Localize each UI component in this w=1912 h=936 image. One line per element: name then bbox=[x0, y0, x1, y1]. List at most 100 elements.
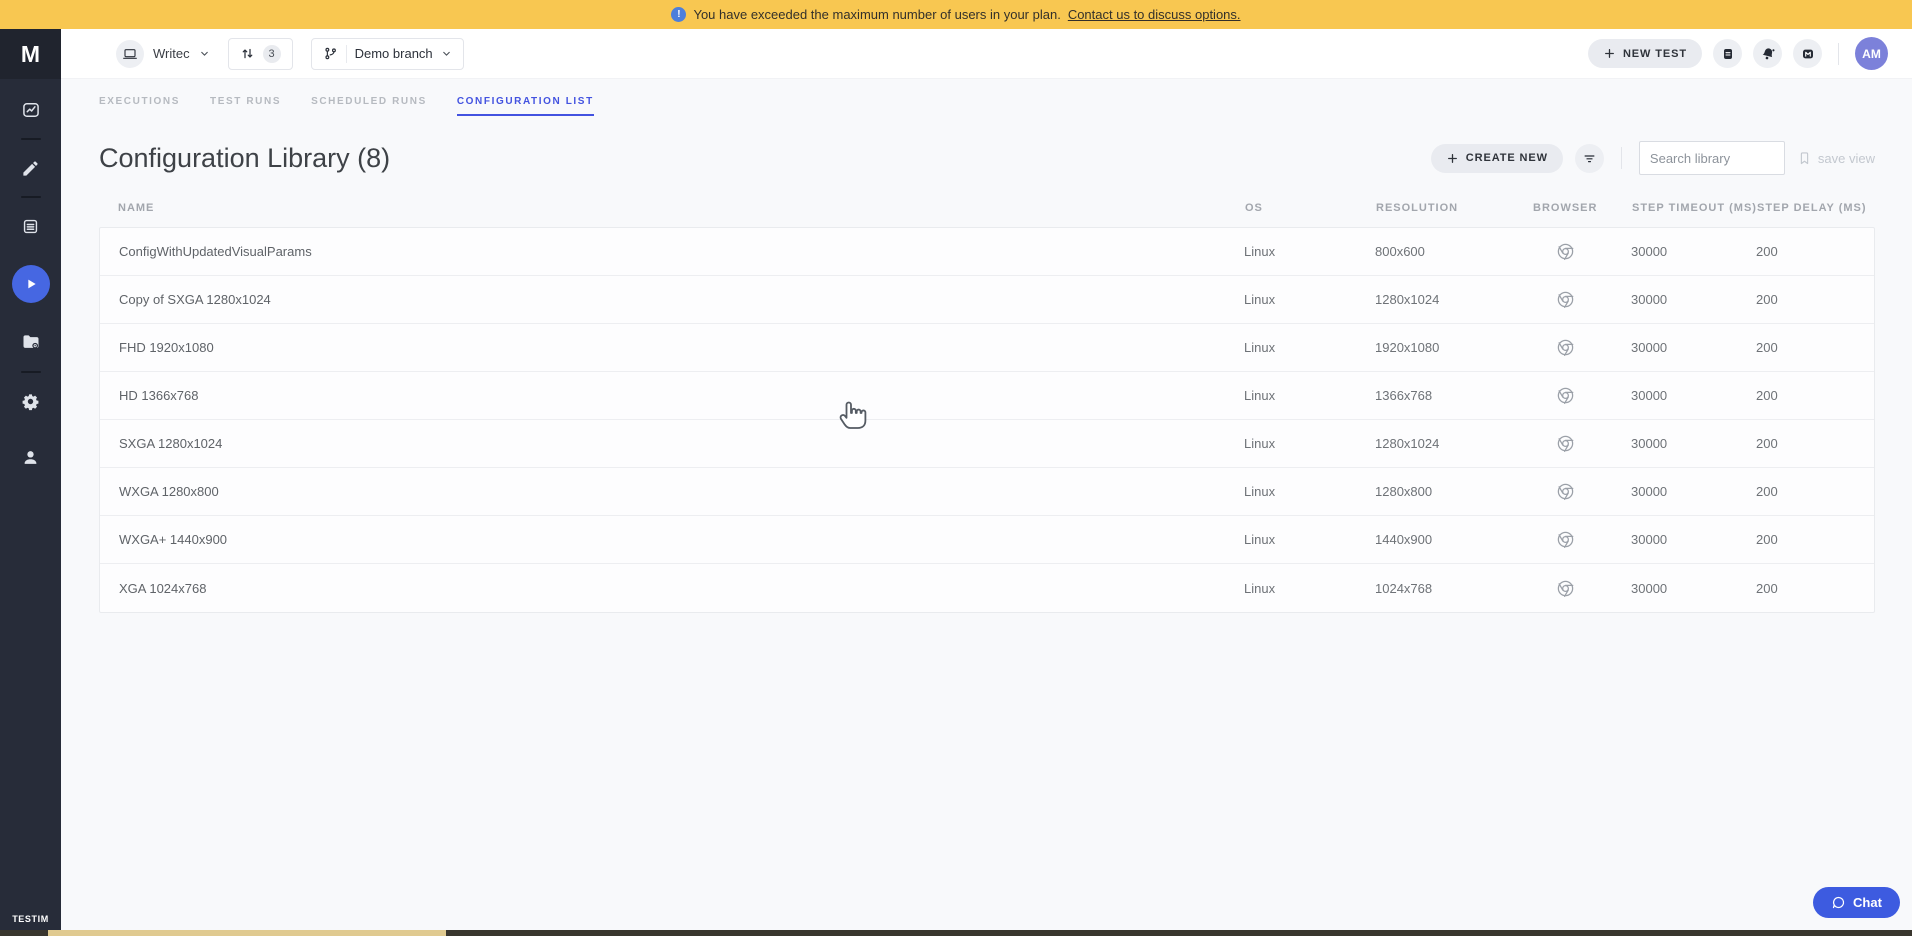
table-row[interactable]: WXGA 1280x800 Linux 1280x800 30000 200 bbox=[100, 468, 1874, 516]
resolution-cell: 1024x768 bbox=[1375, 580, 1433, 596]
section-tabs: EXECUTIONS TEST RUNS SCHEDULED RUNS CONF… bbox=[61, 96, 1912, 116]
config-table-body: ConfigWithUpdatedVisualParams Linux 800x… bbox=[99, 227, 1875, 613]
user-avatar[interactable]: AM bbox=[1855, 37, 1888, 70]
testim-logo[interactable]: M bbox=[0, 29, 61, 79]
chrome-browser-icon bbox=[1557, 291, 1574, 309]
sidebar-divider bbox=[20, 196, 41, 198]
os-cell: Linux bbox=[1244, 484, 1276, 499]
tab-configuration-list[interactable]: CONFIGURATION LIST bbox=[456, 96, 594, 116]
table-header-row: NAME OS RESOLUTION BROWSER STEP TIMEOUT … bbox=[99, 189, 1875, 227]
tab-test-runs[interactable]: TEST RUNS bbox=[210, 96, 281, 116]
table-row[interactable]: Copy of SXGA 1280x1024 Linux 1280x1024 3… bbox=[100, 276, 1874, 324]
testim-box-icon[interactable] bbox=[1793, 39, 1822, 68]
step-delay-cell: 200 bbox=[1756, 580, 1778, 596]
config-name-cell: FHD 1920x1080 bbox=[119, 340, 214, 355]
table-row[interactable]: XGA 1024x768 Linux 1024x768 30000 200 bbox=[100, 564, 1874, 612]
browser-cell bbox=[1532, 386, 1631, 405]
actions-divider bbox=[1620, 147, 1622, 169]
table-row[interactable]: SXGA 1280x1024 Linux 1280x1024 30000 200 bbox=[100, 420, 1874, 468]
info-icon: ! bbox=[671, 7, 687, 22]
chat-bubble-icon bbox=[1832, 896, 1845, 909]
os-cell: Linux bbox=[1244, 436, 1276, 451]
activity-log-icon[interactable] bbox=[1713, 39, 1742, 68]
step-timeout-cell: 30000 bbox=[1631, 532, 1668, 547]
step-delay-cell: 200 bbox=[1756, 388, 1778, 403]
resolution-cell: 1440x900 bbox=[1375, 532, 1433, 547]
config-name-cell: WXGA+ 1440x900 bbox=[119, 532, 228, 547]
branch-name: Demo branch bbox=[354, 46, 433, 61]
compare-arrows-icon bbox=[242, 48, 252, 59]
os-cell: Linux bbox=[1244, 292, 1276, 307]
step-delay-cell: 200 bbox=[1756, 532, 1778, 547]
notifications-bell-icon[interactable] bbox=[1753, 39, 1782, 68]
recording-progress-fill bbox=[48, 930, 446, 936]
branch-selector[interactable]: Demo branch bbox=[310, 37, 464, 70]
laptop-icon bbox=[116, 39, 144, 68]
step-timeout-cell: 30000 bbox=[1631, 292, 1668, 307]
plan-limit-banner: ! You have exceeded the maximum number o… bbox=[0, 0, 1912, 29]
pending-changes-count: 3 bbox=[262, 44, 281, 63]
step-delay-cell: 200 bbox=[1756, 340, 1778, 355]
os-cell: Linux bbox=[1244, 340, 1276, 355]
column-header-os: OS bbox=[1245, 202, 1263, 214]
table-row[interactable]: ConfigWithUpdatedVisualParams Linux 800x… bbox=[100, 228, 1874, 276]
editor-pencil-icon[interactable] bbox=[14, 151, 48, 185]
table-row[interactable]: FHD 1920x1080 Linux 1920x1080 30000 200 bbox=[100, 324, 1874, 372]
page-title: Configuration Library (8) bbox=[99, 142, 391, 173]
banner-text: You have exceeded the maximum number of … bbox=[693, 7, 1061, 22]
resolution-cell: 1280x800 bbox=[1375, 484, 1433, 499]
column-header-resolution: RESOLUTION bbox=[1376, 202, 1459, 214]
browser-cell bbox=[1532, 530, 1631, 549]
user-profile-icon[interactable] bbox=[14, 440, 48, 474]
suites-folder-gear-icon[interactable] bbox=[14, 325, 48, 359]
project-name: Writec bbox=[153, 46, 190, 61]
browser-cell bbox=[1532, 579, 1631, 598]
chevron-down-icon bbox=[442, 51, 450, 56]
step-timeout-cell: 30000 bbox=[1631, 244, 1668, 259]
filter-icon[interactable] bbox=[1574, 143, 1604, 173]
table-row[interactable]: HD 1366x768 Linux 1366x768 30000 200 bbox=[100, 372, 1874, 420]
resolution-cell: 1280x1024 bbox=[1375, 292, 1440, 307]
step-timeout-cell: 30000 bbox=[1631, 340, 1668, 355]
plus-icon bbox=[1605, 49, 1614, 58]
chat-button[interactable]: Chat bbox=[1813, 887, 1900, 918]
search-input[interactable] bbox=[1638, 141, 1785, 175]
runs-play-icon[interactable] bbox=[11, 265, 50, 303]
resolution-cell: 1280x1024 bbox=[1375, 436, 1440, 451]
top-header: Writec 3 Demo branch NEW TEST AM bbox=[61, 29, 1912, 79]
insights-chart-icon[interactable] bbox=[14, 93, 48, 127]
chrome-browser-icon bbox=[1557, 243, 1574, 261]
browser-cell bbox=[1532, 242, 1631, 261]
step-timeout-cell: 30000 bbox=[1631, 484, 1668, 499]
create-new-button[interactable]: CREATE NEW bbox=[1430, 143, 1563, 173]
step-delay-cell: 200 bbox=[1756, 244, 1778, 259]
plus-icon bbox=[1447, 153, 1457, 163]
save-view-button[interactable]: save view bbox=[1797, 151, 1875, 166]
browser-cell bbox=[1532, 338, 1631, 357]
sidebar: M TESTIM bbox=[0, 29, 61, 936]
config-name-cell: SXGA 1280x1024 bbox=[119, 436, 223, 451]
test-list-icon[interactable] bbox=[14, 209, 48, 243]
testim-wordmark: TESTIM bbox=[12, 914, 49, 924]
contact-us-link[interactable]: Contact us to discuss options. bbox=[1068, 7, 1241, 22]
browser-cell bbox=[1532, 482, 1631, 501]
step-delay-cell: 200 bbox=[1756, 484, 1778, 499]
chrome-browser-icon bbox=[1557, 339, 1574, 357]
resolution-cell: 1366x768 bbox=[1375, 388, 1433, 403]
config-name-cell: XGA 1024x768 bbox=[119, 580, 207, 596]
column-header-browser: BROWSER bbox=[1533, 202, 1598, 214]
project-selector[interactable]: Writec bbox=[116, 39, 210, 68]
chrome-browser-icon bbox=[1557, 483, 1574, 501]
tab-executions[interactable]: EXECUTIONS bbox=[99, 96, 180, 116]
new-test-button[interactable]: NEW TEST bbox=[1587, 39, 1702, 68]
table-row[interactable]: WXGA+ 1440x900 Linux 1440x900 30000 200 bbox=[100, 516, 1874, 564]
config-name-cell: WXGA 1280x800 bbox=[119, 484, 219, 499]
chevron-down-icon bbox=[200, 51, 208, 56]
chrome-browser-icon bbox=[1557, 531, 1574, 549]
settings-gear-icon[interactable] bbox=[14, 384, 48, 418]
resolution-cell: 1920x1080 bbox=[1375, 340, 1440, 355]
tab-scheduled-runs[interactable]: SCHEDULED RUNS bbox=[311, 96, 427, 116]
config-name-cell: HD 1366x768 bbox=[119, 388, 199, 403]
step-timeout-cell: 30000 bbox=[1631, 580, 1668, 596]
pending-changes-button[interactable]: 3 bbox=[227, 37, 293, 70]
